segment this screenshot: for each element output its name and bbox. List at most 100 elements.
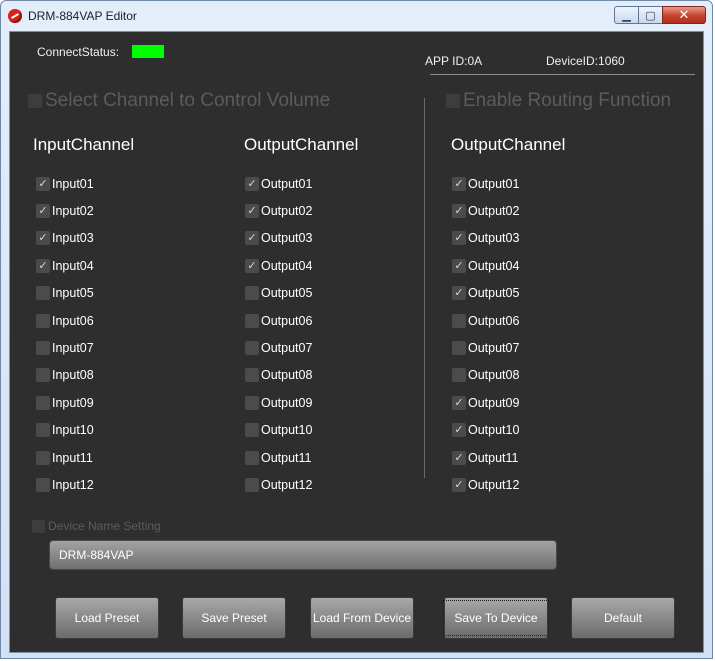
output-channel-item[interactable]: Output11 [245,444,312,471]
checkbox-checked[interactable]: ✓ [452,450,466,465]
output-channel-item[interactable]: Output06 [245,307,312,334]
input-channel-item[interactable]: ✓ Input01 [36,170,94,197]
input-channel-item[interactable]: Input12 [36,471,94,498]
checkbox-checked[interactable]: ✓ [452,176,466,191]
checkbox-checked[interactable]: ✓ [36,258,50,273]
input-channel-item[interactable]: Input05 [36,280,94,307]
output-channel-item[interactable]: Output05 [245,280,312,307]
checkbox-unchecked[interactable] [245,368,259,383]
save-to-device-button[interactable]: Save To Device [443,597,549,639]
input-channel-item[interactable]: Input10 [36,417,94,444]
device-name-setting-toggle[interactable]: Device Name Setting [32,519,161,533]
output-channel-label: Output06 [261,313,313,328]
checkbox-unchecked[interactable] [36,286,50,301]
routing-output-channel-item[interactable]: ✓ Output09 [452,389,519,416]
checkbox-unchecked[interactable] [36,368,50,383]
routing-output-channel-item[interactable]: ✓ Output12 [452,471,519,498]
checkbox-checked[interactable]: ✓ [452,395,466,410]
output-channel-item[interactable]: ✓ Output02 [245,197,312,224]
output-channel-item[interactable]: ✓ Output04 [245,252,312,279]
editor-window: DRM-884VAP Editor ▁ ▢ ✕ ConnectStatus: A… [0,0,713,659]
minimize-button[interactable]: ▁ [614,6,639,24]
close-button[interactable]: ✕ [662,6,706,24]
output-channel-item[interactable]: ✓ Output03 [245,225,312,252]
volume-control-checkbox[interactable] [28,94,42,108]
checkbox-unchecked[interactable] [452,341,466,356]
routing-output-channel-item[interactable]: ✓ Output04 [452,252,519,279]
checkbox-checked[interactable]: ✓ [36,231,50,246]
device-name-setting-checkbox[interactable] [32,519,45,533]
checkbox-unchecked[interactable] [245,341,259,356]
load-from-device-button[interactable]: Load From Device [310,597,414,639]
routing-output-channel-item[interactable]: Output07 [452,334,519,361]
routing-function-label: Enable Routing Function [463,90,672,111]
input-channel-item[interactable]: ✓ Input02 [36,197,94,224]
checkbox-checked[interactable]: ✓ [452,477,466,492]
default-button[interactable]: Default [571,597,675,639]
routing-output-channel-item[interactable]: ✓ Output02 [452,197,519,224]
checkbox-unchecked[interactable] [245,313,259,328]
routing-output-channel-item[interactable]: Output06 [452,307,519,334]
checkbox-checked[interactable]: ✓ [36,204,50,219]
checkbox-checked[interactable]: ✓ [452,258,466,273]
input-channel-item[interactable]: Input09 [36,389,94,416]
save-preset-button[interactable]: Save Preset [182,597,286,639]
output-channel-item[interactable]: Output07 [245,334,312,361]
connect-status-indicator [132,45,164,58]
output-channel-label: Output05 [261,286,313,301]
output-channel-item[interactable]: Output12 [245,471,312,498]
load-from-device-label: Load From Device [312,611,412,625]
checkbox-unchecked[interactable] [36,450,50,465]
checkbox-checked[interactable]: ✓ [245,204,259,219]
input-channel-item[interactable]: Input07 [36,334,94,361]
device-name-field[interactable]: DRM-884VAP [49,540,557,570]
routing-function-checkbox[interactable] [446,94,460,108]
checkbox-checked[interactable]: ✓ [452,286,466,301]
checkbox-checked[interactable]: ✓ [245,231,259,246]
checkmark-icon: ✓ [454,287,464,300]
checkbox-unchecked[interactable] [245,395,259,410]
output-channel-item[interactable]: ✓ Output01 [245,170,312,197]
routing-output-channel-item[interactable]: Output08 [452,362,519,389]
checkbox-unchecked[interactable] [245,423,259,438]
output-channel-item[interactable]: Output09 [245,389,312,416]
checkbox-checked[interactable]: ✓ [245,258,259,273]
routing-output-channel-item[interactable]: ✓ Output03 [452,225,519,252]
checkbox-unchecked[interactable] [36,395,50,410]
input-channel-label: Input04 [52,258,94,273]
routing-output-channel-item[interactable]: ✓ Output11 [452,444,519,471]
checkbox-checked[interactable]: ✓ [452,423,466,438]
checkbox-unchecked[interactable] [452,313,466,328]
input-channel-item[interactable]: Input11 [36,444,94,471]
checkbox-checked[interactable]: ✓ [245,176,259,191]
checkbox-unchecked[interactable] [452,368,466,383]
load-preset-button[interactable]: Load Preset [55,597,159,639]
input-channel-item[interactable]: ✓ Input04 [36,252,94,279]
checkbox-unchecked[interactable] [245,477,259,492]
maximize-button[interactable]: ▢ [638,6,663,24]
checkbox-unchecked[interactable] [36,341,50,356]
input-channel-item[interactable]: Input08 [36,362,94,389]
input-channel-list: ✓ Input01 ✓ Input02 ✓ Input03 ✓ Input04 Input05 I… [36,170,94,499]
routing-output-channel-item[interactable]: ✓ Output01 [452,170,519,197]
title-bar[interactable]: DRM-884VAP Editor ▁ ▢ ✕ [1,1,712,31]
output-channel-item[interactable]: Output08 [245,362,312,389]
routing-output-channel-label: Output06 [468,313,520,328]
routing-function-toggle[interactable]: Enable Routing Function [446,90,671,112]
checkbox-unchecked[interactable] [36,477,50,492]
checkbox-checked[interactable]: ✓ [36,176,50,191]
checkbox-unchecked[interactable] [245,286,259,301]
checkmark-icon: ✓ [454,396,464,409]
output-channel-item[interactable]: Output10 [245,417,312,444]
routing-output-channel-item[interactable]: ✓ Output05 [452,280,519,307]
volume-control-toggle[interactable]: Select Channel to Control Volume [28,90,330,112]
checkbox-checked[interactable]: ✓ [452,231,466,246]
routing-output-channel-label: Output03 [468,231,520,246]
routing-output-channel-item[interactable]: ✓ Output10 [452,417,519,444]
checkbox-unchecked[interactable] [245,450,259,465]
checkbox-unchecked[interactable] [36,313,50,328]
checkbox-checked[interactable]: ✓ [452,204,466,219]
checkbox-unchecked[interactable] [36,423,50,438]
input-channel-item[interactable]: Input06 [36,307,94,334]
input-channel-item[interactable]: ✓ Input03 [36,225,94,252]
